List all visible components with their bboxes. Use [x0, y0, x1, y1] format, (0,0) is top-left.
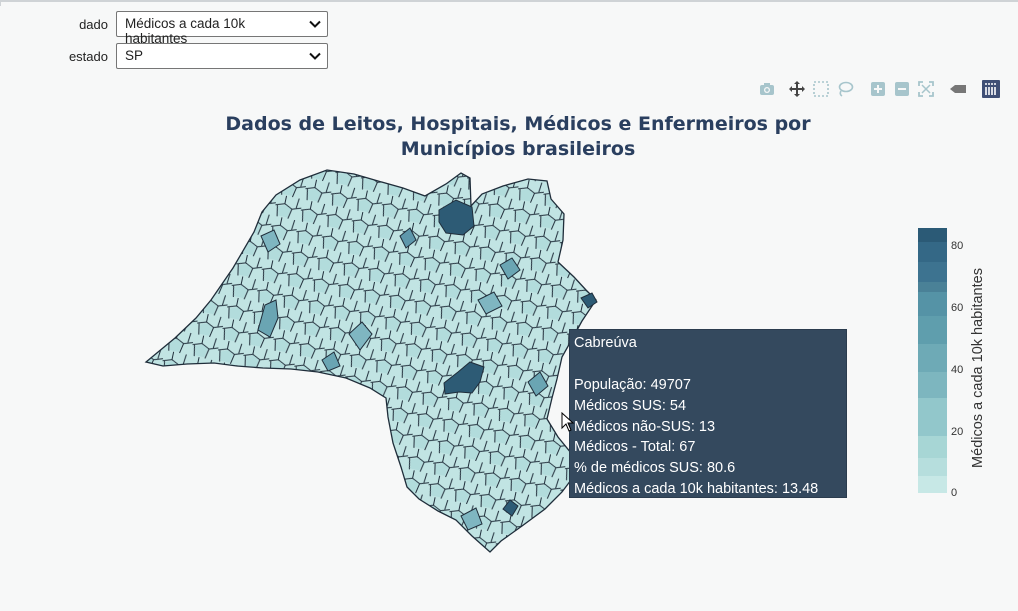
tooltip-medicos-total: Médicos - Total: 67 [574, 439, 696, 456]
colorbar-tick: 40 [951, 364, 964, 376]
tooltip-municipality-name: Cabreúva [574, 335, 637, 351]
tooltip-medicos-sus: Médicos SUS: 54 [574, 397, 687, 414]
tooltip-medicos-10k: Médicos a cada 10k habitantes: 13.48 [574, 481, 819, 498]
colorbar-title: Médicos a cada 10k habitantes [970, 268, 986, 468]
tooltip-populacao: População: 49707 [574, 376, 691, 393]
colorbar-tick: 0 [951, 487, 958, 499]
tooltip-pct-medicos-sus: % de médicos SUS: 80.6 [574, 460, 736, 477]
tooltip-medicos-nao-sus: Médicos não-SUS: 13 [574, 418, 716, 435]
sp-state-shape[interactable] [144, 169, 597, 553]
tooltip-blank-line [574, 354, 842, 375]
hover-tooltip: Cabreúva População: 49707 Médicos SUS: 5… [569, 329, 847, 498]
sp-choropleth-map[interactable] [0, 0, 1018, 611]
colorbar-tick: 20 [951, 426, 964, 438]
colorbar [918, 228, 947, 493]
mouse-cursor-icon [561, 412, 575, 432]
colorbar-tick: 60 [951, 302, 964, 314]
colorbar-tick: 80 [951, 240, 964, 252]
